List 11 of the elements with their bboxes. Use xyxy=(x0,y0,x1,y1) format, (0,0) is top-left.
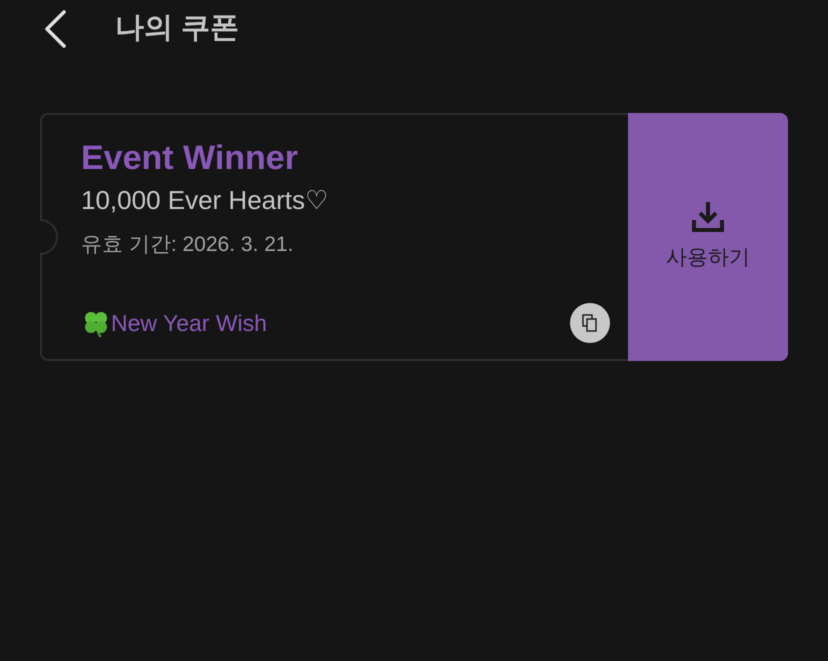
use-button[interactable]: 사용하기 xyxy=(628,113,788,361)
coupon-title: Event Winner xyxy=(81,138,299,179)
tag-text: New Year Wish xyxy=(111,308,267,338)
copy-button[interactable] xyxy=(570,303,610,343)
back-icon xyxy=(44,10,66,48)
validity-text: 유효 기간: 2026. 3. 21. xyxy=(81,232,294,258)
page-title: 나의 쿠폰 xyxy=(115,11,240,46)
download-icon xyxy=(692,200,724,234)
back-button[interactable] xyxy=(44,9,68,49)
copy-icon xyxy=(581,313,599,333)
reward-text: 10,000 Ever Hearts♡ xyxy=(81,184,330,217)
